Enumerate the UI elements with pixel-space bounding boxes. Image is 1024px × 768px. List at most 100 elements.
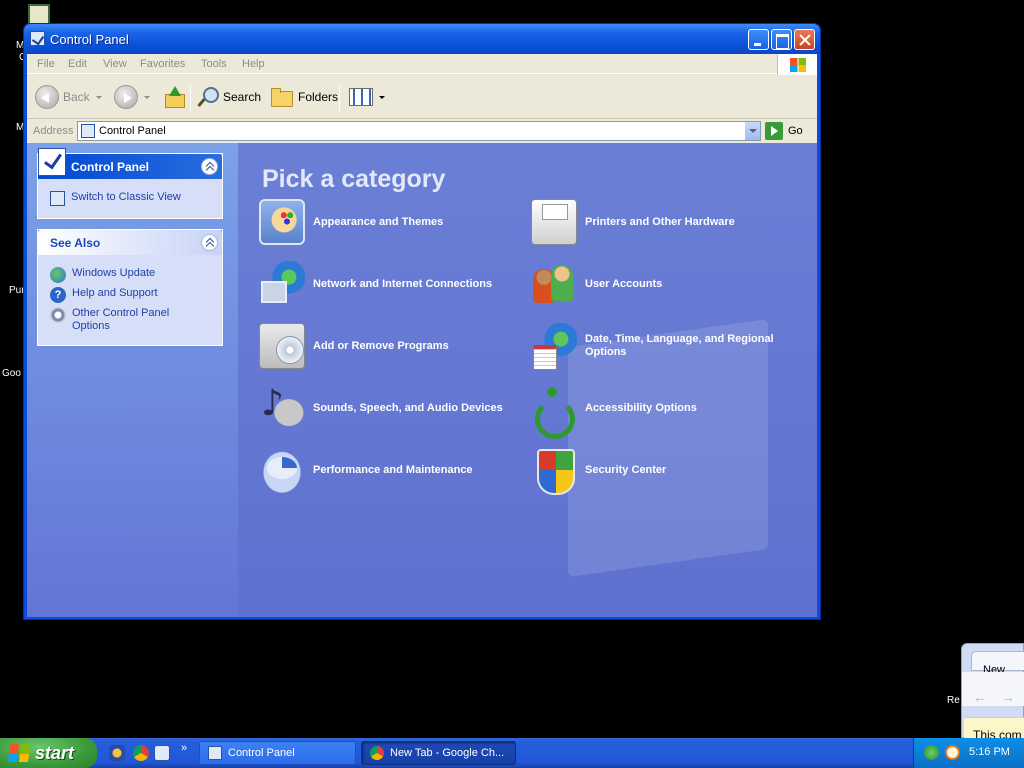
category-performance-maintenance[interactable]: Performance and Maintenance [259,447,529,493]
category-date-time-language[interactable]: Date, Time, Language, and Regional Optio… [531,323,801,370]
category-printers-hardware[interactable]: Printers and Other Hardware [531,199,801,245]
search-icon [197,86,219,108]
category-label: Printers and Other Hardware [585,215,735,228]
category-network-and-internet[interactable]: Network and Internet Connections [259,261,529,307]
window-title: Control Panel [50,32,129,47]
back-button[interactable]: Back [35,83,102,111]
windows-flag-icon [8,744,30,762]
menu-view[interactable]: View [103,58,127,70]
other-control-panel-options-link[interactable]: Other Control Panel Options [50,307,222,333]
minimize-button[interactable] [748,29,769,50]
category-label: Appearance and Themes [313,215,444,228]
title-bar[interactable]: Control Panel [24,24,820,54]
category-label: Performance and Maintenance [313,463,473,476]
security-shield-icon [531,447,577,495]
users-icon [531,261,577,307]
appearance-themes-icon [259,199,305,245]
see-also-task-box: See Also Windows Update ? Help and Suppo… [37,229,223,346]
task-box-header[interactable]: Control Panel [38,148,222,179]
category-label: Security Center [585,463,667,476]
tray-search-icon[interactable] [945,745,960,760]
category-security-center[interactable]: Security Center [531,447,801,495]
forward-button[interactable] [114,83,150,111]
tray-network-icon[interactable] [924,745,939,760]
content-area: Control Panel Switch to Classic View See… [27,143,817,617]
task-box-body: Windows Update ? Help and Support Other … [38,255,222,345]
folders-button[interactable]: Folders [270,83,338,111]
close-button[interactable] [794,29,815,50]
taskbar-button-chrome[interactable]: New Tab - Google Ch... [361,741,516,765]
switch-to-classic-view-link[interactable]: Switch to Classic View [50,191,222,206]
category-add-remove-programs[interactable]: Add or Remove Programs [259,323,529,369]
task-box-title: See Also [50,236,101,250]
menu-help[interactable]: Help [242,58,265,70]
up-folder-button[interactable] [163,83,185,111]
taskbar-button-control-panel[interactable]: Control Panel [199,741,356,765]
help-and-support-link[interactable]: ? Help and Support [50,287,222,303]
go-button[interactable]: Go [765,121,803,141]
folders-label: Folders [298,90,339,104]
category-label: User Accounts [585,277,663,290]
collapse-chevron-icon[interactable] [201,234,218,251]
control-panel-icon [208,746,222,760]
address-dropdown-icon[interactable] [744,122,760,140]
switch-to-classic-view-label: Switch to Classic View [71,191,181,203]
menu-tools[interactable]: Tools [201,58,227,70]
search-label: Search [223,90,262,104]
windows-update-link[interactable]: Windows Update [50,267,222,283]
category-label: Sounds, Speech, and Audio Devices [313,401,503,414]
quicklaunch-icon[interactable] [109,745,125,761]
back-dropdown-icon[interactable] [95,95,102,99]
category-label: Accessibility Options [585,401,697,414]
start-button[interactable]: start [0,738,97,768]
taskbar-button-label: New Tab - Google Ch... [390,747,505,759]
chrome-quicklaunch-icon[interactable] [133,745,149,761]
control-panel-checkmark-icon [38,148,66,176]
quicklaunch-more-button[interactable]: » [181,742,187,754]
category-accessibility[interactable]: Accessibility Options [531,385,801,439]
page-title: Pick a category [262,165,446,193]
address-field[interactable]: Control Panel [77,121,761,141]
control-panel-icon [81,124,95,138]
category-label: Add or Remove Programs [313,339,449,352]
menu-file[interactable]: File [37,58,55,70]
clock[interactable]: 5:16 PM [969,746,1010,758]
desktop-icon-label-fragment[interactable]: Goo [2,368,21,379]
address-label: Address [33,125,74,137]
back-label: Back [63,90,90,104]
go-arrow-icon [765,122,783,140]
collapse-chevron-icon[interactable] [201,158,218,175]
windows-update-icon [50,267,66,283]
category-label: Network and Internet Connections [313,277,493,290]
category-appearance-and-themes[interactable]: Appearance and Themes [259,199,529,245]
chrome-back-icon[interactable]: ← [973,689,987,705]
music-note-speaker-icon [259,383,305,431]
menu-favorites[interactable]: Favorites [140,58,185,70]
maximize-button[interactable] [771,29,792,50]
forward-dropdown-icon[interactable] [144,95,150,99]
category-user-accounts[interactable]: User Accounts [531,261,801,307]
menu-edit[interactable]: Edit [68,58,87,70]
start-label: start [35,742,75,763]
window-client-area: File Edit View Favorites Tools Help Back [27,54,817,617]
back-arrow-icon [35,85,59,109]
address-bar: Address Control Panel Go [27,120,817,142]
programs-cd-icon [259,323,305,369]
views-dropdown-icon [379,95,385,99]
desktop-icon-label-fragment[interactable]: Re [947,695,960,706]
control-panel-quicklaunch-icon[interactable] [154,745,170,761]
views-icon [349,88,373,106]
category-sounds-speech-audio[interactable]: Sounds, Speech, and Audio Devices [259,383,529,431]
network-globe-icon [259,261,305,307]
search-button[interactable]: Search [197,83,261,111]
chrome-forward-icon[interactable]: → [1001,689,1015,705]
taskbar: start » Control Panel New Tab - Google C… [0,738,1024,768]
chrome-infobar-text: This com [973,728,1022,738]
views-button[interactable] [349,83,385,111]
desktop: M C M Pur Goo Re New Tab ← → This com Co… [0,0,1024,738]
task-box-header[interactable]: See Also [38,230,222,255]
task-pane: Control Panel Switch to Classic View See… [27,143,238,617]
gear-icon [50,307,66,323]
category-pane: Pick a category Appearance and Themes Ne… [238,143,817,617]
taskbar-button-label: Control Panel [228,747,295,759]
